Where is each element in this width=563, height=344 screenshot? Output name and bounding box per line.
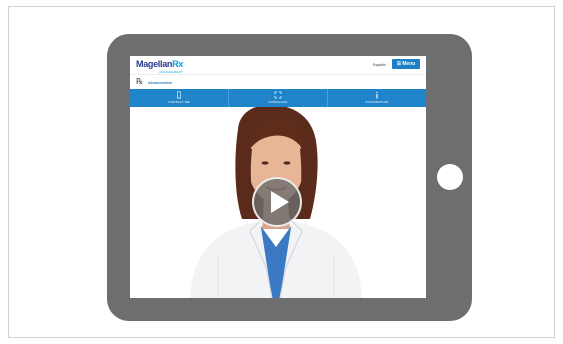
rx-icon: ℞ <box>136 77 144 86</box>
nav-download-label: DOWNLOAD <box>268 100 288 104</box>
nav-download[interactable]: DOWNLOAD <box>228 89 327 107</box>
tablet-home-button <box>437 164 463 190</box>
language-link[interactable]: Español <box>373 63 386 67</box>
download-icon <box>274 91 282 99</box>
info-icon <box>376 91 378 99</box>
menu-button-label: Menu <box>402 61 416 67</box>
nav-bar: CONTACT ME DOWNLOAD INFORMATION <box>130 89 426 107</box>
product-row: ℞ Atomoxetine <box>130 74 426 89</box>
site-header: MagellanRx MANAGEMENT Español ☰Menu <box>130 56 426 74</box>
nav-contact-me[interactable]: CONTACT ME <box>130 89 228 107</box>
play-icon <box>271 191 289 213</box>
nav-information[interactable]: INFORMATION <box>327 89 426 107</box>
play-button[interactable] <box>252 177 302 227</box>
nav-information-label: INFORMATION <box>365 100 389 104</box>
hamburger-icon: ☰ <box>396 61 402 67</box>
phone-icon <box>176 91 182 99</box>
menu-button[interactable]: ☰Menu <box>392 59 420 69</box>
nav-contact-me-label: CONTACT ME <box>168 100 190 104</box>
product-name[interactable]: Atomoxetine <box>148 80 172 85</box>
